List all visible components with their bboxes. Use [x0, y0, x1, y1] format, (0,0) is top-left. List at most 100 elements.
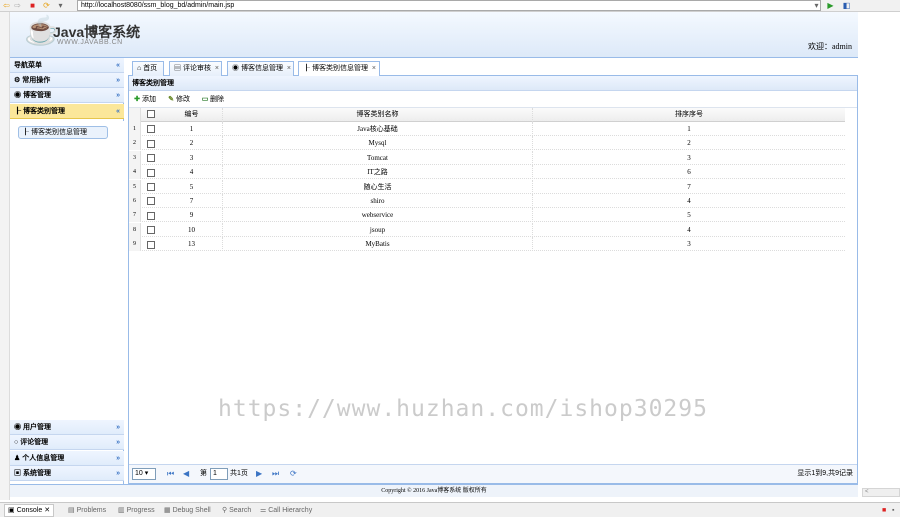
ide-left-gutter — [0, 12, 10, 500]
blog-type-panel: 博客类别管理 ✚ 添加 ✎ 修改 ▭ 删除 编号 博客类别名称 排序序号 1 1 Java… — [128, 76, 858, 484]
nav-section-system[interactable]: ▣ 系统管理 » — [10, 466, 124, 481]
table-row[interactable]: 6 7 shiro 4 — [129, 194, 845, 208]
cell-type-name: IT之路 — [223, 165, 533, 180]
cell-order: 4 — [687, 197, 691, 205]
back-icon[interactable]: ⇦ — [2, 1, 11, 10]
chevron-down-icon: » — [116, 424, 120, 431]
tab-problems[interactable]: ▤ Problems — [68, 505, 106, 516]
cell-type-name: shiro — [223, 194, 533, 208]
cell-order: 3 — [687, 240, 691, 249]
column-header-order[interactable]: 排序序号 — [533, 108, 845, 122]
row-checkbox[interactable] — [141, 194, 161, 208]
stop-icon[interactable]: ■ — [28, 1, 37, 10]
nav-section-comment[interactable]: ○ 评论管理 » — [10, 435, 124, 450]
chevron-down-icon: » — [116, 439, 120, 446]
chevron-up-icon: « — [116, 108, 120, 115]
tab-blog-type[interactable]: ┠ 博客类别信息管理 × — [298, 61, 380, 77]
nav-section-user[interactable]: ◉ 用户管理 » — [10, 420, 124, 435]
external-browser-icon[interactable]: ◧ — [842, 1, 851, 10]
checkbox-icon — [147, 240, 155, 249]
row-number: 3 — [129, 150, 141, 165]
row-checkbox[interactable] — [141, 208, 161, 222]
close-icon[interactable]: × — [372, 65, 376, 72]
table-row[interactable]: 9 13 MyBatis 3 — [129, 237, 845, 252]
cell-id: 9 — [161, 208, 223, 223]
forward-icon[interactable]: ⇨ — [13, 1, 22, 10]
row-checkbox[interactable] — [141, 151, 161, 165]
url-input[interactable]: http://localhost8080/ssm_blog_bd/admin/m… — [77, 0, 821, 11]
edit-button[interactable]: ✎ 修改 — [166, 93, 190, 106]
tab-home[interactable]: ⌂ 首页 — [132, 61, 164, 76]
dropdown-icon[interactable]: ▾ — [56, 1, 65, 10]
row-number: 5 — [129, 179, 141, 194]
close-icon[interactable]: × — [215, 65, 219, 72]
row-checkbox[interactable] — [141, 165, 161, 179]
prev-page-icon[interactable]: ◀ — [183, 468, 189, 480]
tab-bar: ⌂ 首页 ▤ 评论审核 × ◉ 博客信息管理 × ┠ 博客类别信息管理 × — [128, 58, 858, 77]
browser-toolbar: ⇦ ⇨ ■ ⟳ ▾ http://localhost8080/ssm_blog_… — [0, 0, 900, 12]
table-row[interactable]: 2 2 Mysql 2 — [129, 136, 845, 151]
go-icon[interactable]: ▶ — [826, 1, 835, 10]
page-size-select[interactable]: 10 ▾ — [132, 468, 156, 480]
page-number-input[interactable]: 1 — [210, 468, 228, 480]
tab-console[interactable]: ▣ Console ✕ — [4, 504, 55, 517]
table-row[interactable]: 8 10 jsoup 4 — [129, 222, 845, 237]
cell-order: 1 — [687, 125, 691, 133]
cell-order: 2 — [687, 139, 691, 148]
row-checkbox[interactable] — [141, 136, 161, 150]
nav-section-blog-type[interactable]: ┠ 博客类别管理 « — [10, 104, 124, 119]
column-header-id[interactable]: 编号 — [161, 108, 223, 122]
close-icon[interactable]: × — [287, 65, 291, 72]
first-page-icon[interactable]: ⏮ — [167, 468, 174, 480]
grid-toolbar: ✚ 添加 ✎ 修改 ▭ 删除 — [129, 91, 857, 108]
row-number: 4 — [129, 165, 141, 180]
refresh-icon[interactable]: ⟳ — [42, 1, 51, 10]
column-header-name[interactable]: 博客类别名称 — [223, 108, 533, 122]
cell-type-name: 随心生活 — [223, 179, 533, 194]
nav-title[interactable]: 导航菜单 « — [10, 58, 124, 73]
last-page-icon[interactable]: ⏭ — [272, 468, 279, 480]
row-checkbox[interactable] — [141, 237, 161, 251]
nav-section-profile[interactable]: ♟ 个人信息管理 » — [10, 451, 124, 466]
row-checkbox[interactable] — [141, 122, 161, 136]
terminate-icon[interactable]: ■ — [882, 505, 886, 516]
add-button[interactable]: ✚ 添加 — [132, 93, 156, 106]
nav-section-body: ┠ 博客类别信息管理 — [10, 121, 124, 421]
cell-id: 10 — [161, 222, 223, 237]
reload-icon[interactable]: ⟳ — [290, 468, 297, 480]
checkbox-icon — [147, 226, 155, 235]
url-dropdown-icon[interactable]: ▾ — [812, 1, 821, 10]
next-page-icon[interactable]: ▶ — [256, 468, 262, 480]
cell-id: 1 — [161, 122, 223, 136]
review-icon: ▤ — [174, 65, 181, 72]
table-row[interactable]: 7 9 webservice 5 — [129, 208, 845, 223]
tab-debug-shell[interactable]: ▦ Debug Shell — [164, 505, 211, 516]
checkbox-icon — [147, 139, 155, 148]
tab-call-hierarchy[interactable]: ⚌ Call Hierarchy — [260, 505, 312, 516]
cell-order: 6 — [687, 168, 691, 177]
select-all-checkbox[interactable] — [141, 108, 161, 122]
nav-item-blog-type-manage[interactable]: ┠ 博客类别信息管理 — [18, 126, 108, 139]
view-menu-icon[interactable]: ▪ — [892, 505, 894, 516]
row-checkbox[interactable] — [141, 180, 161, 194]
row-number: 2 — [129, 136, 141, 151]
cell-order: 4 — [687, 225, 691, 234]
tab-blog-info[interactable]: ◉ 博客信息管理 × — [227, 61, 294, 76]
delete-button[interactable]: ▭ 删除 — [200, 93, 224, 106]
table-row[interactable]: 3 3 Tomcat 3 — [129, 150, 845, 165]
collapse-icon[interactable]: « — [116, 58, 120, 73]
tab-progress[interactable]: ▥ Progress — [118, 505, 155, 516]
table-row[interactable]: 5 5 随心生活 7 — [129, 179, 845, 194]
table-row[interactable]: 4 4 IT之路 6 — [129, 165, 845, 180]
nav-section-blog[interactable]: ◉ 博客管理 » — [10, 88, 124, 103]
tab-comment-review[interactable]: ▤ 评论审核 × — [169, 61, 222, 76]
scroll-left-icon[interactable]: < — [862, 488, 900, 497]
checkbox-icon — [147, 110, 155, 119]
row-checkbox[interactable] — [141, 223, 161, 237]
table-row[interactable]: 1 1 Java核心基础 1 — [129, 122, 845, 136]
row-number-header — [129, 108, 141, 122]
tab-search[interactable]: ⚲ Search — [222, 505, 251, 516]
nav-section-common[interactable]: ⚙ 常用操作 » — [10, 73, 124, 88]
cell-type-name: MyBatis — [223, 237, 533, 252]
delete-icon: ▭ — [201, 96, 209, 103]
